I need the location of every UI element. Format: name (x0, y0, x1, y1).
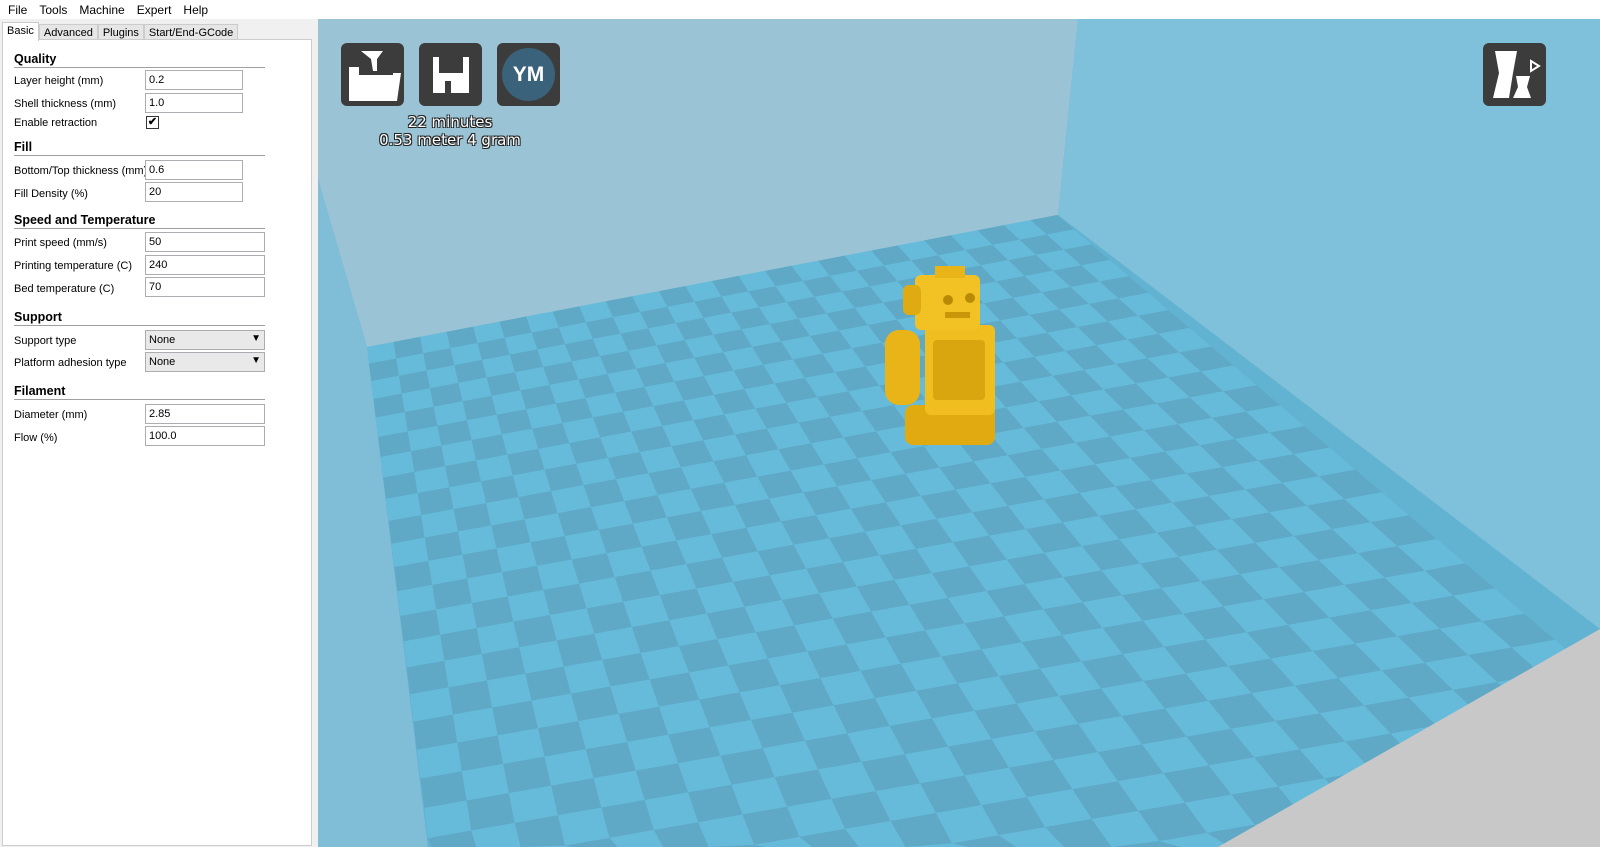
chevron-down-icon: ▼ (251, 333, 261, 344)
load-icon (349, 51, 401, 101)
youmagine-icon: YM (502, 48, 555, 101)
print-time: 22 minutes (407, 113, 493, 131)
tab-basic[interactable]: Basic (2, 22, 39, 41)
basic-settings-page: Quality Layer height (mm) 0.2 Shell thic… (2, 39, 312, 846)
diameter-input[interactable]: 2.85 (145, 404, 265, 424)
section-support: Support (14, 310, 265, 326)
bottom-top-thickness-label: Bottom/Top thickness (mm) (14, 165, 148, 177)
enable-retraction-label: Enable retraction (14, 117, 98, 129)
printing-temperature-input[interactable]: 240 (145, 255, 265, 275)
layer-height-input[interactable]: 0.2 (145, 70, 243, 90)
section-speed-temperature: Speed and Temperature (14, 213, 265, 229)
tab-plugins[interactable]: Plugins (97, 24, 144, 40)
menu-machine[interactable]: Machine (73, 3, 130, 17)
shell-thickness-label: Shell thickness (mm) (14, 98, 117, 110)
shell-thickness-input[interactable]: 1.0 (145, 93, 243, 113)
diameter-label: Diameter (mm) (14, 409, 88, 421)
save-icon (433, 57, 469, 93)
flow-label: Flow (%) (14, 432, 58, 444)
menu-tools[interactable]: Tools (33, 3, 73, 17)
menu-help[interactable]: Help (177, 3, 214, 17)
bottom-top-thickness-input[interactable]: 0.6 (145, 160, 243, 180)
chevron-down-icon: ▼ (251, 355, 261, 366)
platform-adhesion-value: None (149, 356, 176, 368)
youmagine-button[interactable]: YM (497, 43, 560, 106)
material-usage: 0.53 meter 4 gram (379, 131, 521, 149)
tab-start-end-gcode[interactable]: Start/End-GCode (143, 24, 239, 40)
support-type-label: Support type (14, 335, 77, 347)
menu-file[interactable]: File (2, 3, 33, 17)
flow-input[interactable]: 100.0 (145, 426, 265, 446)
load-model-button[interactable] (341, 43, 404, 106)
bed-temperature-label: Bed temperature (C) (14, 283, 115, 295)
bed-temperature-input[interactable]: 70 (145, 277, 265, 297)
support-type-value: None (149, 334, 176, 346)
print-info: 22 minutes 0.53 meter 4 gram (340, 113, 560, 149)
section-fill: Fill (14, 140, 265, 156)
printing-temperature-label: Printing temperature (C) (14, 260, 132, 272)
fill-density-label: Fill Density (%) (14, 188, 88, 200)
save-gcode-button[interactable] (419, 43, 482, 106)
support-type-select[interactable]: None ▼ (145, 330, 265, 350)
view-mode-icon (1493, 51, 1541, 98)
menu-bar: File Tools Machine Expert Help (0, 0, 1600, 19)
section-filament: Filament (14, 384, 265, 400)
platform-adhesion-label: Platform adhesion type (14, 357, 127, 369)
menu-expert[interactable]: Expert (131, 3, 178, 17)
layer-height-label: Layer height (mm) (14, 75, 104, 87)
print-speed-input[interactable]: 50 (145, 232, 265, 252)
enable-retraction-checkbox[interactable]: ✔ (146, 116, 159, 129)
section-quality: Quality (14, 52, 265, 68)
fill-density-input[interactable]: 20 (145, 182, 243, 202)
platform-adhesion-select[interactable]: None ▼ (145, 352, 265, 372)
print-speed-label: Print speed (mm/s) (14, 237, 107, 249)
settings-panel: Basic Advanced Plugins Start/End-GCode Q… (0, 19, 318, 847)
tab-advanced[interactable]: Advanced (38, 24, 98, 40)
view-mode-button[interactable] (1483, 43, 1546, 106)
